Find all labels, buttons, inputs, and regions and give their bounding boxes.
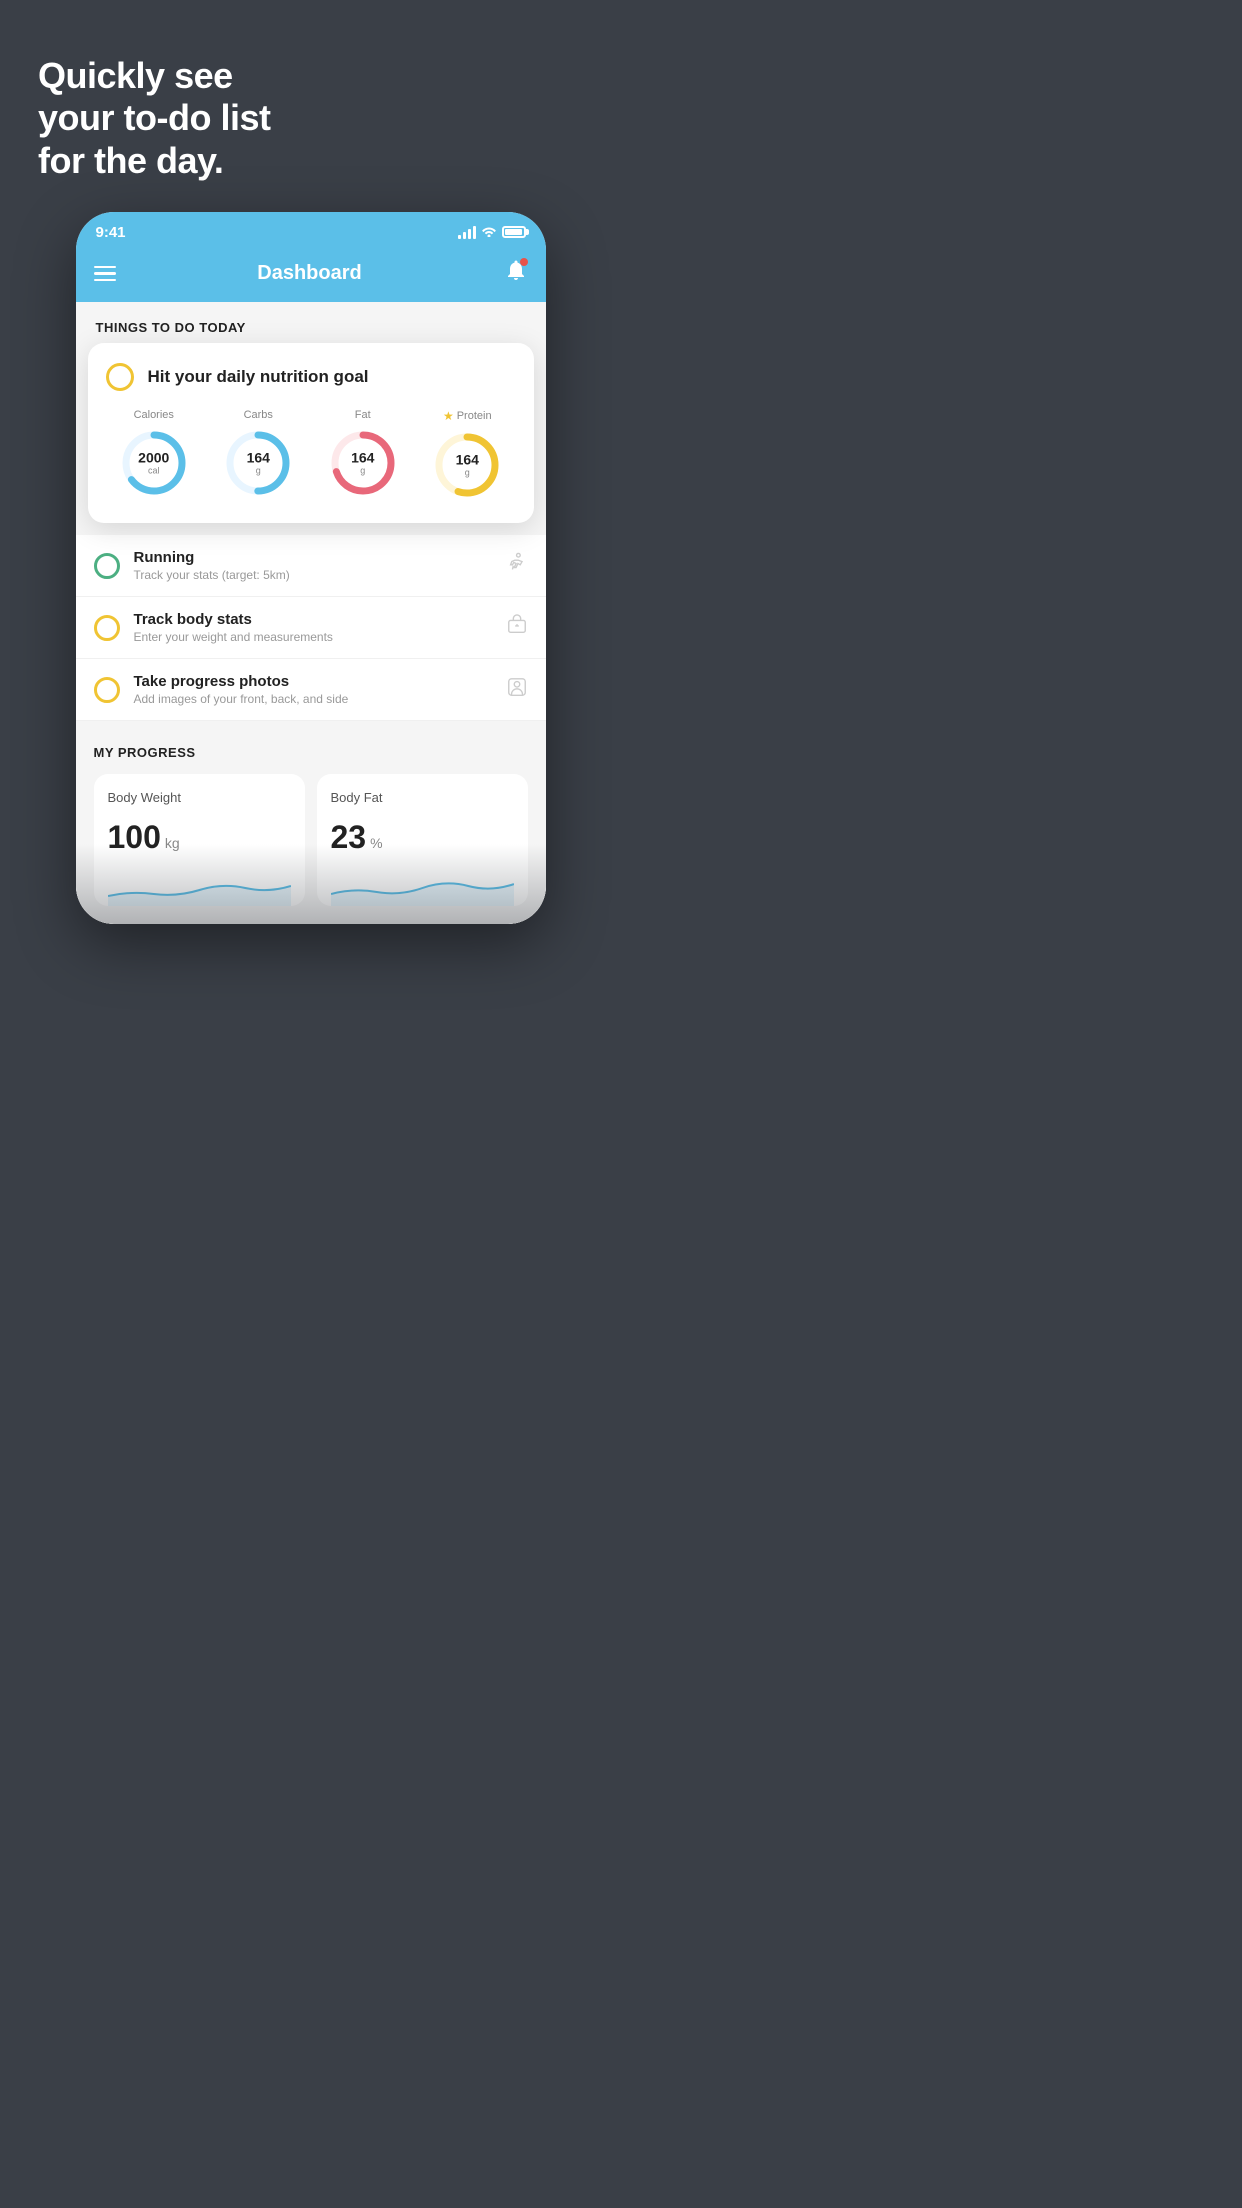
carbs-stat: Carbs 164 g <box>222 409 294 501</box>
body-stats-name: Track body stats <box>134 611 492 628</box>
things-section-header: THINGS TO DO TODAY <box>76 302 546 347</box>
notification-badge <box>520 258 528 266</box>
fat-donut: 164 g <box>327 427 399 499</box>
nav-bar: Dashboard <box>76 248 546 302</box>
nutrition-checkbox[interactable] <box>106 363 134 391</box>
body-fat-card: Body Fat 23 % <box>317 774 528 906</box>
progress-title: MY PROGRESS <box>94 745 528 760</box>
body-stats-text: Track body stats Enter your weight and m… <box>134 611 492 644</box>
body-weight-num: 100 <box>108 819 161 856</box>
menu-button[interactable] <box>94 266 116 282</box>
protein-label: ★ Protein <box>443 409 492 423</box>
nutrition-title: Hit your daily nutrition goal <box>148 367 369 387</box>
body-weight-card: Body Weight 100 kg <box>94 774 305 906</box>
body-fat-chart <box>331 866 514 906</box>
headline-line3: for the day. <box>38 140 223 181</box>
body-weight-chart <box>108 866 291 906</box>
protein-donut: 164 g <box>431 429 503 501</box>
progress-photos-checkbox[interactable] <box>94 677 120 703</box>
nutrition-card: Hit your daily nutrition goal Calories <box>88 343 534 523</box>
protein-stat: ★ Protein 164 g <box>431 409 503 501</box>
carbs-value: 164 g <box>247 451 270 476</box>
calories-donut: 2000 cal <box>118 427 190 499</box>
scale-icon <box>506 614 528 641</box>
body-weight-value: 100 kg <box>108 819 291 856</box>
content-area: THINGS TO DO TODAY Hit your daily nutrit… <box>76 302 546 924</box>
calories-label: Calories <box>134 409 174 421</box>
running-name: Running <box>134 549 492 566</box>
phone-frame: 9:41 Dashboard <box>76 212 546 924</box>
nutrition-header: Hit your daily nutrition goal <box>106 363 516 391</box>
carbs-donut: 164 g <box>222 427 294 499</box>
body-fat-value: 23 % <box>331 819 514 856</box>
status-icons <box>458 225 526 240</box>
body-fat-title: Body Fat <box>331 790 514 805</box>
signal-icon <box>458 225 476 239</box>
progress-photos-name: Take progress photos <box>134 673 492 690</box>
running-text: Running Track your stats (target: 5km) <box>134 549 492 582</box>
progress-photos-text: Take progress photos Add images of your … <box>134 673 492 706</box>
fat-stat: Fat 164 g <box>327 409 399 501</box>
page-wrapper: Quickly see your to-do list for the day.… <box>0 0 621 1104</box>
calories-stat: Calories 2000 cal <box>118 409 190 501</box>
todo-body-stats[interactable]: Track body stats Enter your weight and m… <box>76 597 546 659</box>
status-time: 9:41 <box>96 224 126 241</box>
headline-line2: your to-do list <box>38 97 270 138</box>
calories-value: 2000 cal <box>138 451 169 476</box>
body-fat-num: 23 <box>331 819 367 856</box>
todo-running[interactable]: Running Track your stats (target: 5km) <box>76 535 546 597</box>
fat-label: Fat <box>355 409 371 421</box>
status-bar: 9:41 <box>76 212 546 248</box>
todo-progress-photos[interactable]: Take progress photos Add images of your … <box>76 659 546 721</box>
nav-title: Dashboard <box>257 262 361 285</box>
protein-star-icon: ★ <box>443 409 454 423</box>
protein-value: 164 g <box>456 453 479 478</box>
body-weight-title: Body Weight <box>108 790 291 805</box>
running-checkbox[interactable] <box>94 553 120 579</box>
nutrition-stats: Calories 2000 cal <box>106 409 516 501</box>
headline-line1: Quickly see <box>38 55 233 96</box>
body-weight-unit: kg <box>165 835 180 851</box>
headline: Quickly see your to-do list for the day. <box>0 0 621 212</box>
things-title: THINGS TO DO TODAY <box>96 320 526 335</box>
running-sub: Track your stats (target: 5km) <box>134 568 492 582</box>
fat-value: 164 g <box>351 451 374 476</box>
progress-photos-sub: Add images of your front, back, and side <box>134 692 492 706</box>
carbs-label: Carbs <box>244 409 273 421</box>
wifi-icon <box>481 225 497 240</box>
progress-section: MY PROGRESS Body Weight 100 kg <box>76 721 546 924</box>
person-icon <box>506 676 528 703</box>
running-icon <box>506 552 528 579</box>
body-fat-unit: % <box>370 835 382 851</box>
body-stats-sub: Enter your weight and measurements <box>134 630 492 644</box>
progress-cards: Body Weight 100 kg Body Fat <box>94 774 528 906</box>
body-stats-checkbox[interactable] <box>94 615 120 641</box>
battery-icon <box>502 226 526 238</box>
notifications-button[interactable] <box>504 258 528 288</box>
todo-list: Running Track your stats (target: 5km) <box>76 535 546 721</box>
